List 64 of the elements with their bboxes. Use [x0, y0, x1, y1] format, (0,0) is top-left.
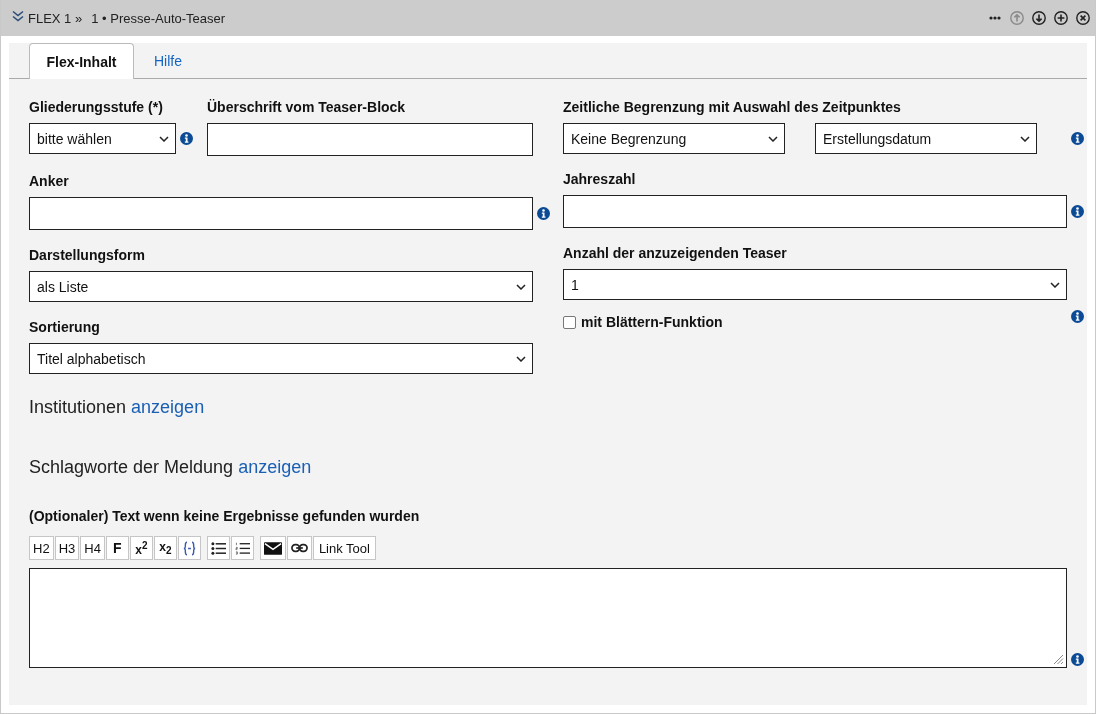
plus-circle-icon[interactable] — [1054, 11, 1068, 25]
tab[interactable]: Flex-Inhalt — [29, 43, 134, 79]
link-tool-button[interactable]: Link Tool — [312, 536, 376, 560]
more-icon[interactable] — [989, 16, 1001, 20]
dropdown[interactable]: als Liste — [29, 271, 533, 302]
field-label: Anzahl der anzuzeigenden Teaser — [563, 245, 788, 262]
info-icon[interactable] — [180, 132, 193, 145]
editor-label: (Optionaler) Text wenn keine Ergebnisse gefunden wurden — [29, 508, 421, 525]
field-label: Darstellungsform — [29, 247, 146, 264]
field-label: Zeitliche Begrenzung mit Auswahl des Zeitpunktes — [563, 99, 902, 116]
dropdown[interactable]: Erstellungsdatum — [815, 123, 1037, 154]
dropdown[interactable]: Keine Begrenzung — [563, 123, 785, 154]
dropdown[interactable]: Titel alphabetisch — [29, 343, 533, 374]
field-label: Gliederungsstufe (*) — [29, 99, 164, 116]
input-field[interactable] — [207, 123, 533, 156]
field-label: Jahreszahl — [563, 171, 637, 188]
envelope-icon — [263, 541, 282, 555]
input-field[interactable] — [563, 195, 1067, 228]
double-chevron-icon[interactable] — [12, 10, 24, 22]
info-icon[interactable] — [1071, 205, 1084, 218]
section-toggle-text: Schlagworte der Meldung anzeigen — [29, 456, 313, 478]
text-area[interactable] — [29, 568, 1067, 668]
field-label: Anker — [29, 173, 70, 190]
dropdown[interactable]: bitte wählen — [29, 123, 176, 154]
section-toggle-text: Institutionen anzeigen — [29, 396, 206, 418]
arrow-down-circle-icon[interactable] — [1032, 11, 1046, 25]
info-icon[interactable] — [537, 207, 550, 220]
chevron-down-icon — [159, 135, 169, 142]
chevron-down-icon — [1050, 281, 1060, 288]
tab[interactable]: Hilfe — [134, 43, 202, 78]
subscript-button[interactable]: x$_{2}$ — [153, 536, 177, 560]
chevron-down-icon — [1020, 135, 1030, 142]
field-label: Sortierung — [29, 319, 101, 336]
chevron-down-icon — [516, 283, 526, 290]
braces-icon — [181, 540, 197, 556]
info-icon[interactable] — [1071, 310, 1084, 323]
resize-grip-icon[interactable] — [1052, 653, 1064, 665]
show-link[interactable]: anzeigen — [131, 397, 205, 417]
show-link[interactable]: anzeigen — [238, 457, 312, 477]
info-icon[interactable] — [1071, 132, 1084, 145]
chevron-down-icon — [516, 355, 526, 362]
bold-button[interactable]: F — [105, 536, 129, 560]
chevron-down-icon — [768, 135, 778, 142]
heading-button[interactable]: H2 — [29, 536, 54, 560]
numbered-list-button[interactable] — [230, 536, 254, 560]
link-icon — [290, 543, 308, 553]
checkbox-label: mit Blättern-Funktion — [581, 314, 723, 331]
checkbox[interactable] — [563, 316, 576, 329]
info-icon[interactable] — [1071, 653, 1084, 666]
breadcrumb-section: FLEX 1 » — [28, 10, 83, 26]
heading-button[interactable]: H3 — [54, 536, 80, 560]
braces-button[interactable] — [177, 536, 201, 560]
input-field[interactable] — [29, 197, 533, 230]
superscript-button[interactable]: x$^{2}$ — [129, 536, 153, 560]
heading-button[interactable]: H4 — [80, 536, 105, 560]
link-button[interactable] — [286, 536, 312, 560]
dropdown[interactable]: 1 — [563, 269, 1067, 300]
close-circle-icon[interactable] — [1076, 11, 1090, 25]
block-title: 1 • Presse-Auto-Teaser — [91, 10, 226, 26]
bullet-list-button[interactable] — [206, 536, 230, 560]
numbered-list-icon — [234, 540, 250, 556]
bullet-list-icon — [210, 540, 226, 556]
email-button[interactable] — [259, 536, 286, 560]
field-label: Überschrift vom Teaser-Block — [207, 99, 407, 116]
